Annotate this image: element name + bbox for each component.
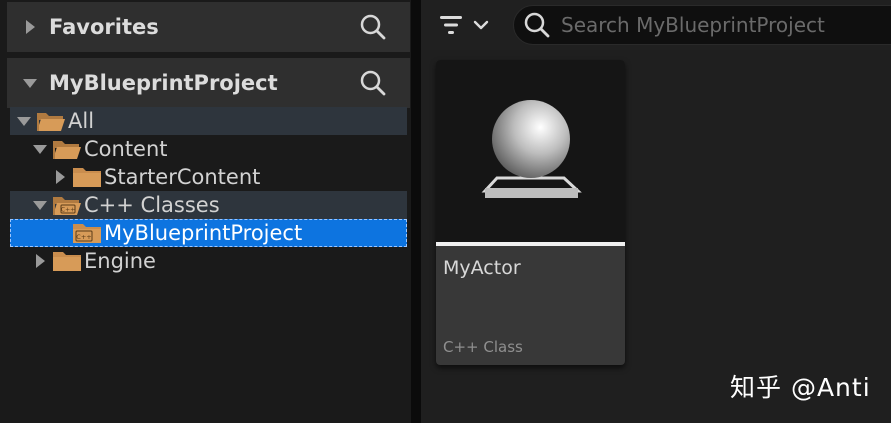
caret-down-icon[interactable] — [22, 75, 38, 91]
tree-item-label: Engine — [84, 249, 156, 273]
tree-item-label: All — [68, 109, 95, 133]
search-icon[interactable] — [356, 10, 390, 44]
folder-open-icon — [53, 141, 81, 159]
tree-item-myblueprintproject[interactable]: C++ MyBlueprintProject — [10, 219, 407, 247]
svg-text:C++: C++ — [76, 233, 91, 241]
search-icon — [523, 11, 551, 39]
folder-tree: All Content StarterContent C++ C++ Class… — [10, 107, 407, 275]
tree-item-content[interactable]: Content — [10, 135, 407, 163]
svg-text:C++: C++ — [61, 207, 75, 214]
caret-right-icon[interactable] — [52, 169, 68, 185]
filter-icon — [440, 16, 462, 34]
caret-down-icon[interactable] — [32, 197, 48, 213]
search-icon[interactable] — [356, 66, 390, 100]
caret-down-icon[interactable] — [16, 113, 32, 129]
tree-item-label: C++ Classes — [84, 193, 220, 217]
asset-tile-myactor[interactable]: MyActor C++ Class — [436, 60, 625, 365]
search-box[interactable] — [513, 5, 891, 45]
project-label: MyBlueprintProject — [49, 71, 278, 95]
tree-item-label: MyBlueprintProject — [104, 221, 303, 245]
caret-right-icon[interactable] — [32, 253, 48, 269]
favorites-label: Favorites — [49, 15, 159, 39]
sources-panel: Favorites MyBlueprintProject All Content… — [0, 0, 411, 423]
folder-icon — [53, 252, 81, 271]
actor-sphere-icon — [481, 100, 582, 198]
tree-item-all[interactable]: All — [10, 107, 407, 135]
project-header[interactable]: MyBlueprintProject — [7, 58, 410, 108]
watermark: 知乎 @Anti — [730, 373, 871, 402]
toolbar — [421, 0, 891, 50]
tree-item-cpp-classes[interactable]: C++ C++ Classes — [10, 191, 407, 219]
search-input[interactable] — [561, 13, 881, 37]
content-browser: MyActor C++ Class 知乎 @Anti — [421, 0, 891, 423]
caret-down-icon[interactable] — [32, 141, 48, 157]
folder-open-icon — [37, 113, 65, 131]
cpp-folder-icon: C++ — [73, 224, 101, 243]
asset-thumbnail — [436, 60, 625, 242]
tree-item-startercontent[interactable]: StarterContent — [10, 163, 407, 191]
folder-icon — [73, 168, 101, 187]
asset-type-label: C++ Class — [443, 338, 523, 356]
panel-splitter[interactable] — [411, 0, 421, 423]
asset-name: MyActor — [443, 257, 521, 279]
favorites-header[interactable]: Favorites — [7, 2, 410, 52]
tree-item-label: Content — [84, 137, 168, 161]
asset-type-bar — [436, 242, 625, 246]
cpp-folder-open-icon: C++ — [53, 197, 81, 215]
filter-button[interactable] — [437, 10, 495, 40]
caret-right-icon[interactable] — [22, 19, 38, 35]
tree-item-engine[interactable]: Engine — [10, 247, 407, 275]
tree-item-label: StarterContent — [104, 165, 261, 189]
chevron-down-icon — [473, 20, 489, 30]
